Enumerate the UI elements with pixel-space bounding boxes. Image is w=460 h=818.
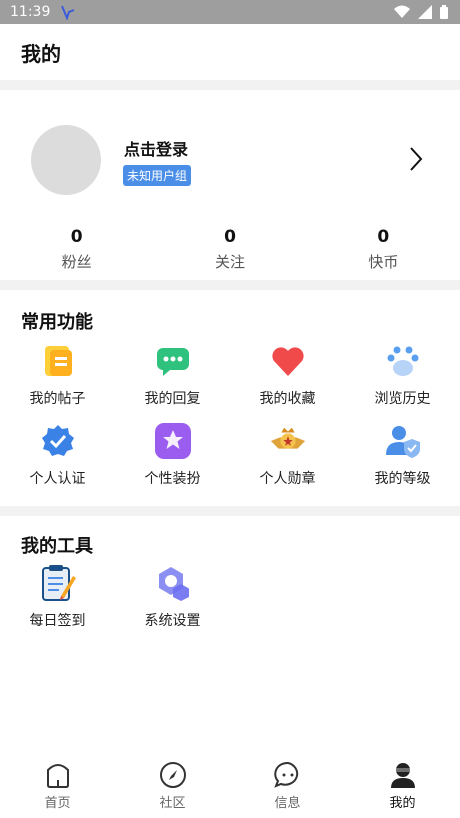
avatar[interactable] (31, 125, 101, 195)
tab-home[interactable]: 首页 (0, 756, 115, 818)
function-label: 个人认证 (29, 471, 86, 487)
message-icon (273, 761, 298, 788)
tab-community[interactable]: 社区 (115, 756, 230, 818)
tab-messages[interactable]: 信息 (230, 756, 345, 818)
stat-coins[interactable]: 0 快币 (307, 227, 460, 272)
function-my-level[interactable]: 我的等级 (345, 422, 460, 488)
function-history[interactable]: 浏览历史 (345, 342, 460, 408)
divider (0, 506, 460, 516)
signal-icon (418, 5, 432, 19)
section-title: 我的工具 (21, 536, 93, 557)
medal-icon (269, 422, 307, 460)
stat-label: 关注 (214, 253, 245, 271)
function-dress-up[interactable]: 个性装扮 (115, 422, 230, 488)
level-icon (384, 422, 422, 460)
user-icon (390, 763, 415, 788)
section-title: 常用功能 (21, 312, 93, 333)
history-icon (384, 342, 422, 380)
reply-icon (154, 342, 192, 380)
tab-label: 首页 (44, 796, 71, 811)
function-medals[interactable]: 个人勋章 (230, 422, 345, 488)
stats-row: 0 粉丝 0 关注 0 快币 (0, 227, 460, 272)
function-label: 我的回复 (144, 391, 201, 407)
status-time: 11:39 (10, 4, 51, 20)
stat-fans[interactable]: 0 粉丝 (0, 227, 153, 272)
stat-value: 0 (377, 227, 390, 247)
wifi-icon (394, 5, 410, 18)
stat-value: 0 (70, 227, 83, 247)
functions-section: 常用功能 我的帖子 我的回复 我的收藏 浏览历史 个人认证 个性装扮 个人勋章 … (0, 290, 460, 506)
profile-card[interactable]: 点击登录 未知用户组 0 粉丝 0 关注 0 快币 (0, 90, 460, 280)
settings-icon (154, 564, 192, 602)
function-label: 我的帖子 (29, 391, 86, 407)
function-label: 浏览历史 (374, 391, 431, 407)
page-title: 我的 (21, 41, 61, 66)
status-bar: 11:39 (0, 0, 460, 24)
tool-label: 系统设置 (144, 613, 201, 629)
tab-label: 社区 (159, 796, 186, 811)
user-group-badge: 未知用户组 (123, 165, 192, 186)
checkin-icon (39, 564, 77, 602)
function-verification[interactable]: 个人认证 (0, 422, 115, 488)
function-my-posts[interactable]: 我的帖子 (0, 342, 115, 408)
divider (0, 280, 460, 290)
function-label: 我的等级 (374, 471, 431, 487)
stat-label: 粉丝 (61, 253, 92, 271)
dress-up-icon (154, 422, 192, 460)
function-label: 个人勋章 (259, 471, 316, 487)
stat-value: 0 (224, 227, 236, 247)
stat-label: 快币 (368, 253, 399, 271)
tab-label: 信息 (274, 796, 301, 811)
function-label: 个性装扮 (144, 471, 201, 487)
tab-me[interactable]: 我的 (345, 756, 460, 818)
divider (0, 80, 460, 90)
verify-icon (39, 422, 77, 460)
post-icon (39, 342, 77, 380)
stat-follow[interactable]: 0 关注 (153, 227, 306, 272)
home-icon (46, 764, 69, 788)
tool-daily-checkin[interactable]: 每日签到 (0, 564, 115, 630)
app-notification-icon (61, 5, 75, 20)
tools-section: 我的工具 每日签到 系统设置 (0, 516, 460, 630)
login-link[interactable]: 点击登录 (124, 136, 188, 160)
function-my-favorites[interactable]: 我的收藏 (230, 342, 345, 408)
chevron-right-icon[interactable] (408, 146, 424, 172)
tool-settings[interactable]: 系统设置 (115, 564, 230, 630)
tab-label: 我的 (389, 796, 416, 811)
battery-icon (440, 5, 448, 19)
bottom-tab-bar: 首页 社区 信息 我的 (0, 756, 460, 818)
compass-icon (159, 762, 186, 788)
tool-label: 每日签到 (29, 613, 86, 629)
function-my-replies[interactable]: 我的回复 (115, 342, 230, 408)
function-label: 我的收藏 (259, 391, 316, 407)
favorite-icon (269, 342, 307, 380)
